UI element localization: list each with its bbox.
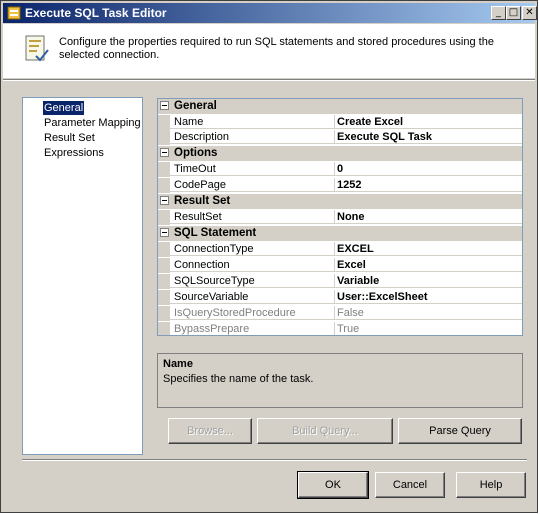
category-options[interactable]: Options: [158, 146, 522, 161]
category-result-set[interactable]: Result Set: [158, 194, 522, 209]
property-value[interactable]: Execute SQL Task: [335, 130, 522, 144]
nav-item-expressions[interactable]: Expressions: [43, 146, 105, 160]
property-name: Connection: [170, 258, 335, 272]
property-value[interactable]: Variable: [335, 274, 522, 288]
close-icon[interactable]: ✕: [522, 6, 537, 20]
property-name: TimeOut: [170, 162, 335, 176]
property-value[interactable]: Excel: [335, 258, 522, 272]
property-name: Name: [170, 115, 335, 129]
browse-button: Browse...: [168, 418, 252, 444]
property-name: SQLSourceType: [170, 274, 335, 288]
collapse-toggle-icon[interactable]: [160, 101, 169, 110]
property-name: IsQueryStoredProcedure: [170, 306, 335, 320]
property-value[interactable]: EXCEL: [335, 242, 522, 256]
collapse-toggle-icon[interactable]: [160, 148, 169, 157]
category-label: Result Set: [174, 195, 231, 207]
window-title: Execute SQL Task Editor: [25, 6, 167, 20]
property-value[interactable]: Create Excel: [335, 115, 522, 129]
ok-button[interactable]: OK: [297, 471, 369, 499]
property-row[interactable]: Name Create Excel: [158, 115, 522, 130]
description-text: Specifies the name of the task.: [163, 373, 314, 385]
property-row[interactable]: ConnectionType EXCEL: [158, 242, 522, 257]
collapse-toggle-icon[interactable]: [160, 228, 169, 237]
row-gutter: [158, 115, 170, 130]
property-row[interactable]: Description Execute SQL Task: [158, 130, 522, 145]
row-gutter: [158, 162, 170, 177]
row-gutter: [158, 130, 170, 145]
help-button[interactable]: Help: [456, 472, 526, 498]
property-value[interactable]: 0: [335, 162, 522, 176]
category-label: General: [174, 100, 217, 112]
property-name: Description: [170, 130, 335, 144]
footer-divider: [22, 459, 527, 461]
property-value: False: [335, 306, 522, 320]
property-name: BypassPrepare: [170, 322, 335, 335]
property-value[interactable]: None: [335, 210, 522, 224]
nav-item-general[interactable]: General: [43, 101, 85, 115]
property-row[interactable]: TimeOut 0: [158, 162, 522, 177]
property-row[interactable]: Connection Excel: [158, 258, 522, 273]
row-gutter: [158, 258, 170, 273]
parse-query-button[interactable]: Parse Query: [398, 418, 522, 444]
property-name: ResultSet: [170, 210, 335, 224]
nav-item-result-set[interactable]: Result Set: [43, 131, 96, 145]
category-label: Options: [174, 147, 218, 159]
property-row[interactable]: SQLSourceType Variable: [158, 274, 522, 289]
header-divider: [3, 79, 535, 81]
sql-task-icon: [7, 6, 21, 20]
row-gutter: [158, 306, 170, 321]
cancel-button[interactable]: Cancel: [375, 472, 445, 498]
property-row[interactable]: BypassPrepare True: [158, 322, 522, 335]
property-name: CodePage: [170, 178, 335, 192]
description-title: Name: [163, 358, 193, 370]
property-name: SourceVariable: [170, 290, 335, 304]
property-row[interactable]: ResultSet None: [158, 210, 522, 225]
property-row[interactable]: CodePage 1252: [158, 178, 522, 193]
row-gutter: [158, 322, 170, 335]
nav-item-parameter-mapping[interactable]: Parameter Mapping: [43, 116, 142, 130]
category-general[interactable]: General: [158, 99, 522, 114]
page-list: General Parameter Mapping Result Set Exp…: [22, 97, 143, 455]
row-gutter: [158, 274, 170, 289]
row-gutter: [158, 178, 170, 193]
property-row[interactable]: SourceVariable User::ExcelSheet: [158, 290, 522, 305]
property-row[interactable]: IsQueryStoredProcedure False: [158, 306, 522, 321]
category-sql-statement[interactable]: SQL Statement: [158, 226, 522, 241]
property-grid: General Name Create Excel Description Ex…: [157, 98, 523, 336]
row-gutter: [158, 290, 170, 305]
dialog-window: Execute SQL Task Editor _ □ ✕ Configure …: [0, 0, 538, 513]
row-gutter: [158, 210, 170, 225]
collapse-toggle-icon[interactable]: [160, 196, 169, 205]
category-label: SQL Statement: [174, 227, 257, 239]
task-document-icon: [25, 35, 49, 62]
description-panel: Name Specifies the name of the task.: [157, 353, 523, 408]
property-value: True: [335, 322, 522, 335]
title-bar[interactable]: Execute SQL Task Editor _ □ ✕: [3, 3, 537, 23]
property-name: ConnectionType: [170, 242, 335, 256]
header-description: Configure the properties required to run…: [59, 36, 494, 61]
property-value[interactable]: User::ExcelSheet: [335, 290, 522, 304]
property-value[interactable]: 1252: [335, 178, 522, 192]
header-panel: Configure the properties required to run…: [3, 24, 535, 78]
build-query-button: Build Query...: [257, 418, 393, 444]
row-gutter: [158, 242, 170, 257]
maximize-icon[interactable]: □: [506, 6, 521, 20]
minimize-icon[interactable]: _: [491, 6, 506, 20]
